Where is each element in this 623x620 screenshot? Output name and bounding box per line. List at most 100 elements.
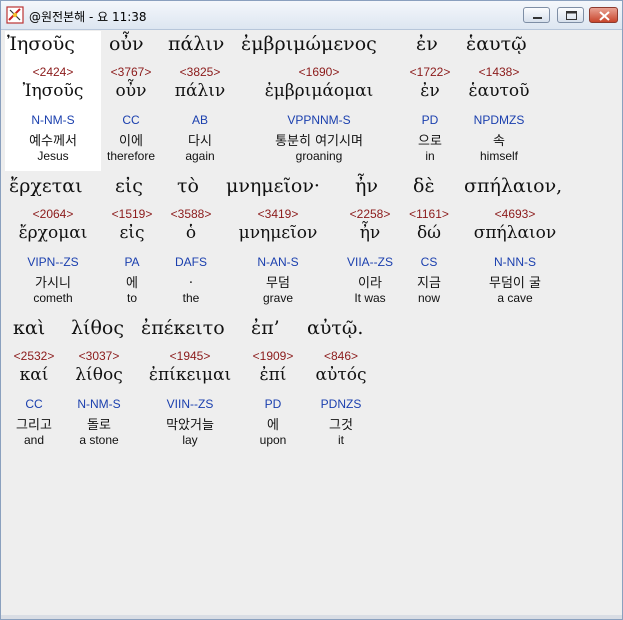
morphology-code[interactable]: PD [245,397,301,411]
greek-word: σπήλαιον, [464,175,563,197]
greek-word: Ἰησοῦς [7,33,75,55]
english-gloss: now [417,291,440,305]
strong-number[interactable]: <1519> [105,207,159,221]
minimize-button[interactable] [523,7,550,23]
maximize-button[interactable] [557,7,584,23]
word-block[interactable]: σπήλαιον, <4693> σπήλαιον N-NN-S 무덤이 굴 a… [461,173,569,313]
greek-word: δὲ [413,175,435,197]
morphology-code[interactable]: NPDMZS [461,113,537,127]
word-block[interactable]: Ἰησοῦς <2424> Ἰησοῦς N-NM-S 예수께서 Jesus [5,31,101,171]
morphology-code[interactable]: VPPNNM-S [241,113,397,127]
lemma: πάλιν [174,81,226,101]
english-gloss: again [185,149,215,163]
english-gloss: in [425,149,435,163]
strong-number[interactable]: <1945> [135,349,245,363]
close-icon [599,11,610,21]
strong-number[interactable]: <2258> [341,207,399,221]
strong-number[interactable]: <846> [305,349,377,363]
word-block[interactable]: πάλιν <3825> πάλιν AB 다시 again [163,31,237,171]
lemma: ἐμβριμάομαι [264,81,374,101]
word-block[interactable]: οὖν <3767> οὖν CC 이에 therefore [101,31,161,171]
strong-number[interactable]: <3825> [163,65,237,79]
lemma: ἐν [420,81,440,101]
word-block[interactable]: ἔρχεται <2064> ἔρχομαι VIPN--ZS 가시니 come… [5,173,101,313]
strong-number[interactable]: <3419> [221,207,335,221]
korean-gloss: 그리고 [16,418,52,433]
word-block[interactable]: ἐπ’ <1909> ἐπί PD 에 upon [245,315,301,455]
word-block[interactable]: εἰς <1519> εἰς PA 에 to [105,173,159,313]
korean-gloss: 이라 [358,276,382,291]
word-block[interactable]: ἐμβριμώμενος <1690> ἐμβριμάομαι VPPNNM-S… [241,31,397,171]
window-bottom-border [1,615,622,619]
word-block[interactable]: λίθος <3037> λίθος N-NM-S 돌로 a stone [67,315,131,455]
lemma: σπήλαιον [473,223,557,243]
morphology-code[interactable]: PDNZS [305,397,377,411]
strong-number[interactable]: <2424> [5,65,101,79]
close-button[interactable] [589,7,618,23]
morphology-code[interactable]: PD [403,113,457,127]
word-block[interactable]: ἐν <1722> ἐν PD 으로 in [403,31,457,171]
strong-number[interactable]: <2532> [5,349,63,363]
morphology-code[interactable]: N-NN-S [461,255,569,269]
morphology-code[interactable]: PA [105,255,159,269]
morphology-code[interactable]: CS [403,255,455,269]
morphology-code[interactable]: N-AN-S [221,255,335,269]
korean-gloss: 예수께서 [29,134,77,149]
greek-word: ἐπ’ [251,317,280,339]
strong-number[interactable]: <3588> [163,207,219,221]
strong-number[interactable]: <1722> [403,65,457,79]
greek-word: ἐν [416,33,438,55]
morphology-code[interactable]: N-NM-S [5,113,101,127]
strong-number[interactable]: <1438> [461,65,537,79]
word-block[interactable]: καὶ <2532> καί CC 그리고 and [5,315,63,455]
word-block[interactable]: μνημεῖον· <3419> μνημεῖον N-AN-S 무덤 grav… [221,173,335,313]
korean-gloss: 에 [126,276,138,291]
lemma: Ἰησοῦς [22,81,84,101]
morphology-code[interactable]: AB [163,113,237,127]
english-gloss: therefore [106,149,156,163]
morphology-code[interactable]: N-NM-S [67,397,131,411]
greek-word: εἰς [115,175,143,197]
strong-number[interactable]: <4693> [461,207,569,221]
morphology-code[interactable]: CC [5,397,63,411]
strong-number[interactable]: <1909> [245,349,301,363]
strong-number[interactable]: <2064> [5,207,101,221]
english-gloss: the [182,291,200,305]
korean-gloss: 무덤이 굴 [489,276,541,291]
word-block[interactable]: ἑαυτῷ <1438> ἑαυτοῦ NPDMZS 속 himself [461,31,537,171]
korean-gloss: 통분히 여기시며 [275,134,363,149]
lemma: ἐπίκειμαι [148,365,232,385]
korean-gloss: 가시니 [35,276,71,291]
minimize-icon [533,17,542,19]
greek-word: μνημεῖον· [226,175,320,197]
word-block[interactable]: δὲ <1161> δώ CS 지금 now [403,173,455,313]
greek-word: ἦν [355,175,378,197]
greek-word: αὐτῷ. [307,317,364,339]
korean-gloss: 지금 [417,276,441,291]
morphology-code[interactable]: CC [101,113,161,127]
morphology-code[interactable]: VIIA--ZS [341,255,399,269]
word-block[interactable]: ἦν <2258> ἦν VIIA--ZS 이라 It was [341,173,399,313]
korean-gloss: 막았거늘 [166,418,214,433]
strong-number[interactable]: <1690> [241,65,397,79]
app-logo-icon [6,6,24,24]
strong-number[interactable]: <3037> [67,349,131,363]
word-block[interactable]: τὸ <3588> ὁ DAFS . the [163,173,219,313]
word-block[interactable]: αὐτῷ. <846> αὐτός PDNZS 그것 it [305,315,377,455]
greek-word: ἑαυτῷ [466,33,527,55]
strong-number[interactable]: <1161> [403,207,455,221]
morphology-code[interactable]: VIPN--ZS [5,255,101,269]
morphology-code[interactable]: VIIN--ZS [135,397,245,411]
lemma: εἰς [119,223,145,243]
strong-number[interactable]: <3767> [101,65,161,79]
english-gloss: a stone [79,433,119,447]
korean-gloss: . [188,272,194,287]
title-bar[interactable]: @원전본해 - 요 11:38 [1,1,622,30]
word-block[interactable]: ἐπέκειτο <1945> ἐπίκειμαι VIIN--ZS 막았거늘 … [135,315,245,455]
english-gloss: It was [354,291,386,305]
english-gloss: grave [262,291,294,305]
greek-word: τὸ [177,175,199,197]
morphology-code[interactable]: DAFS [163,255,219,269]
app-window: @원전본해 - 요 11:38 Ἰησοῦς <2424> Ἰησοῦς N-N… [0,0,623,620]
lemma: δώ [416,223,442,243]
